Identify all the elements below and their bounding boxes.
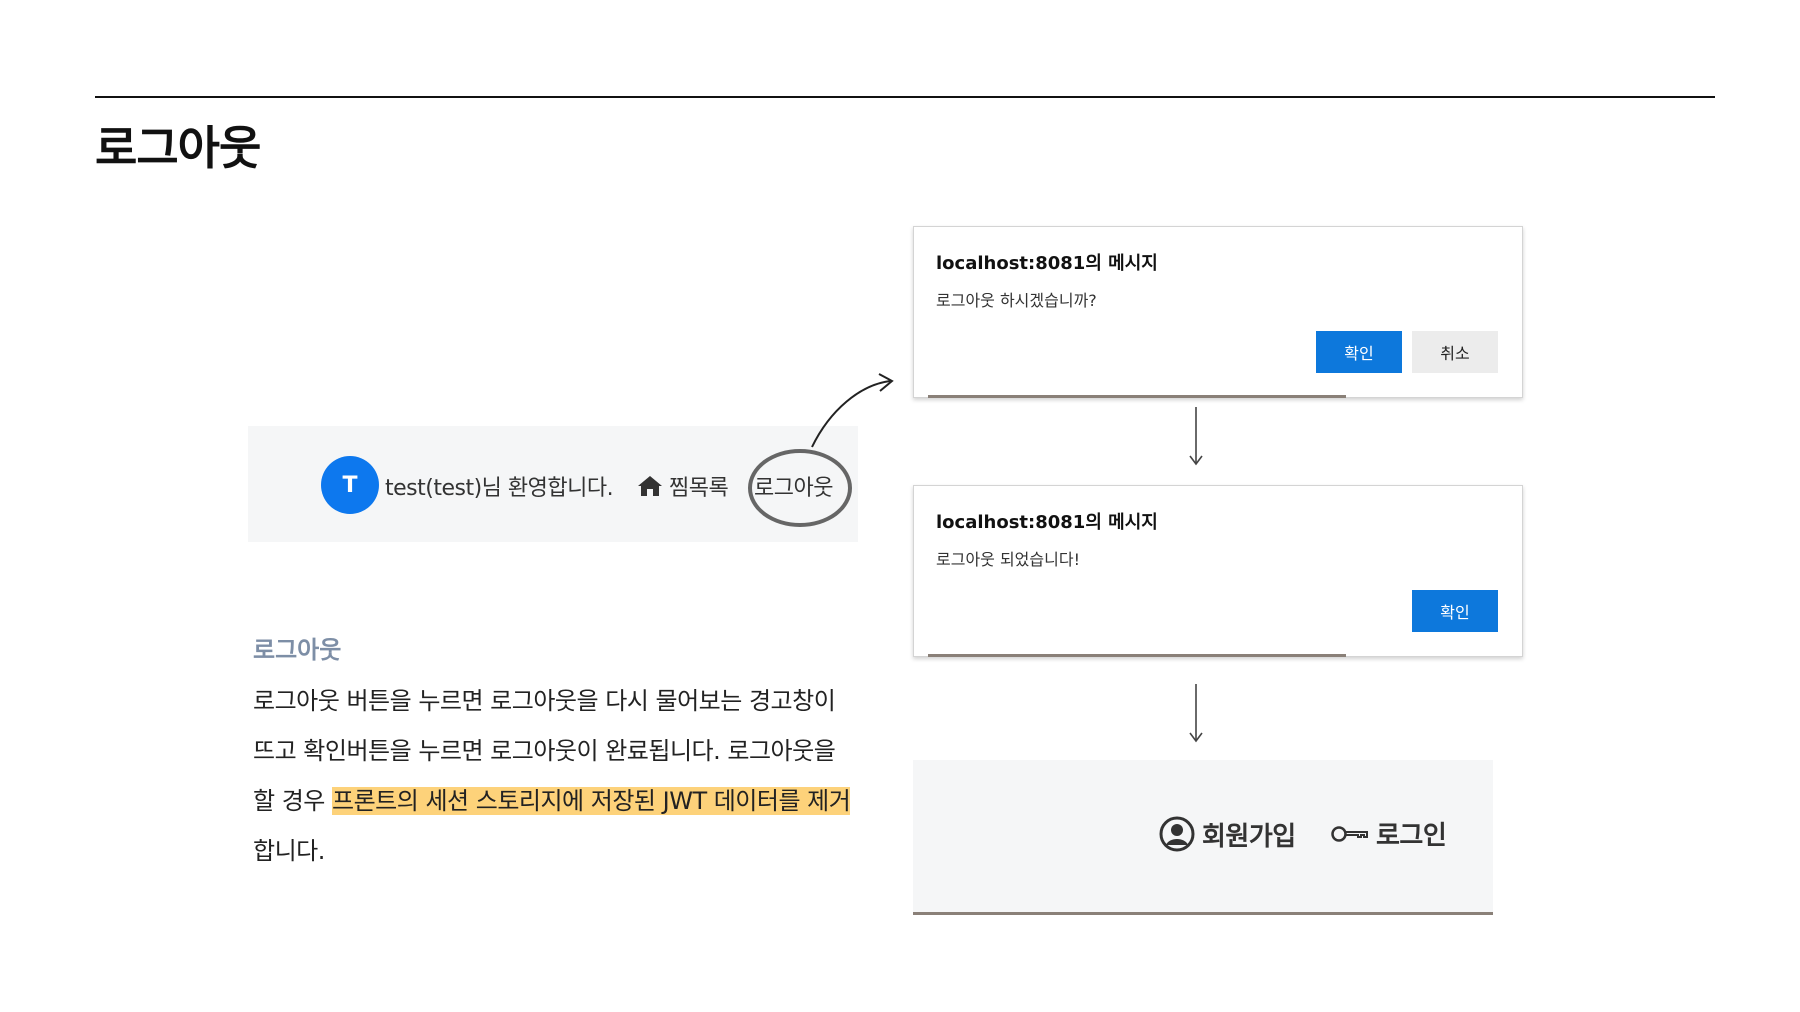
description-body: 로그아웃 버튼을 누르면 로그아웃을 다시 물어보는 경고창이 뜨고 확인버튼을… [253, 676, 863, 876]
dialog-message: 로그아웃 되었습니다! [936, 550, 1080, 569]
done-ok-button[interactable]: 확인 [1412, 590, 1498, 632]
avatar[interactable]: T [321, 456, 379, 514]
wishlist-label: 찜목록 [669, 476, 729, 501]
dialog-shadow-edge [928, 395, 1346, 398]
signup-link[interactable]: 회원가입 [1158, 815, 1296, 853]
key-icon [1331, 825, 1368, 842]
home-icon [638, 476, 662, 496]
login-label: 로그인 [1376, 821, 1447, 851]
highlight-circle [748, 449, 852, 527]
dialog-message: 로그아웃 하시겠습니까? [936, 291, 1097, 310]
confirm-cancel-button[interactable]: 취소 [1412, 331, 1498, 373]
description-text-end: 합니다. [253, 837, 325, 865]
user-circle-icon [1159, 816, 1195, 852]
highlighted-text: 프론트의 세션 스토리지에 저장된 JWT 데이터를 제거 [332, 787, 851, 815]
wishlist-link[interactable]: 찜목록 [637, 470, 729, 502]
dialog-shadow-edge [928, 654, 1346, 657]
down-arrow-icon [1189, 407, 1203, 466]
confirm-ok-button[interactable]: 확인 [1316, 331, 1402, 373]
page-title: 로그아웃 [95, 121, 261, 175]
dialog-title: localhost:8081의 메시지 [936, 253, 1158, 274]
top-divider [95, 96, 1715, 98]
confirm-dialog: localhost:8081의 메시지 로그아웃 하시겠습니까? 확인 취소 [913, 226, 1523, 398]
signup-label: 회원가입 [1202, 821, 1296, 852]
login-link[interactable]: 로그인 [1330, 815, 1447, 852]
description-heading: 로그아웃 [253, 636, 342, 664]
dialog-title: localhost:8081의 메시지 [936, 512, 1158, 533]
down-arrow-icon [1189, 684, 1203, 743]
welcome-text: test(test)님 환영합니다. [385, 476, 614, 501]
logout-done-dialog: localhost:8081의 메시지 로그아웃 되었습니다! 확인 [913, 485, 1523, 657]
